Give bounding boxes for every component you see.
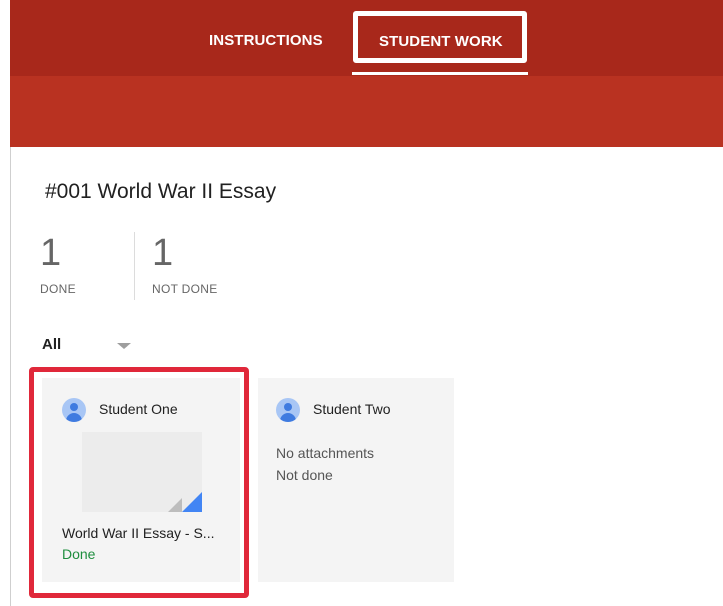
done-label: DONE [40, 282, 76, 296]
tab-student-work-label: STUDENT WORK [379, 33, 503, 50]
not-done-count: 1 [152, 232, 174, 274]
header-bar: INSTRUCTIONS STUDENT WORK [10, 0, 723, 147]
student-name: Student Two [313, 401, 391, 417]
avatar [276, 398, 300, 422]
person-body-icon [280, 413, 296, 422]
content-left-border [10, 147, 11, 606]
person-head-icon [284, 403, 292, 411]
done-count: 1 [40, 232, 62, 274]
tab-instructions[interactable]: INSTRUCTIONS [209, 32, 323, 49]
no-attachments-text: No attachments [276, 445, 375, 461]
tab-student-work[interactable]: STUDENT WORK [353, 11, 527, 63]
student-card-two[interactable]: Student Two No attachments Not done [258, 378, 454, 582]
done-stat[interactable]: 1 DONE [40, 234, 76, 296]
tab-strip: INSTRUCTIONS STUDENT WORK [10, 0, 723, 76]
assignment-title: #001 World War II Essay [45, 180, 277, 203]
status-not-done: Not done [276, 467, 333, 483]
not-done-stat[interactable]: 1 NOT DONE [152, 234, 218, 296]
chevron-down-icon[interactable] [117, 343, 131, 349]
not-done-label: NOT DONE [152, 282, 218, 296]
active-tab-indicator [352, 72, 528, 75]
stat-divider [134, 232, 135, 300]
filter-dropdown[interactable]: All [42, 336, 61, 353]
selection-highlight [29, 367, 249, 598]
